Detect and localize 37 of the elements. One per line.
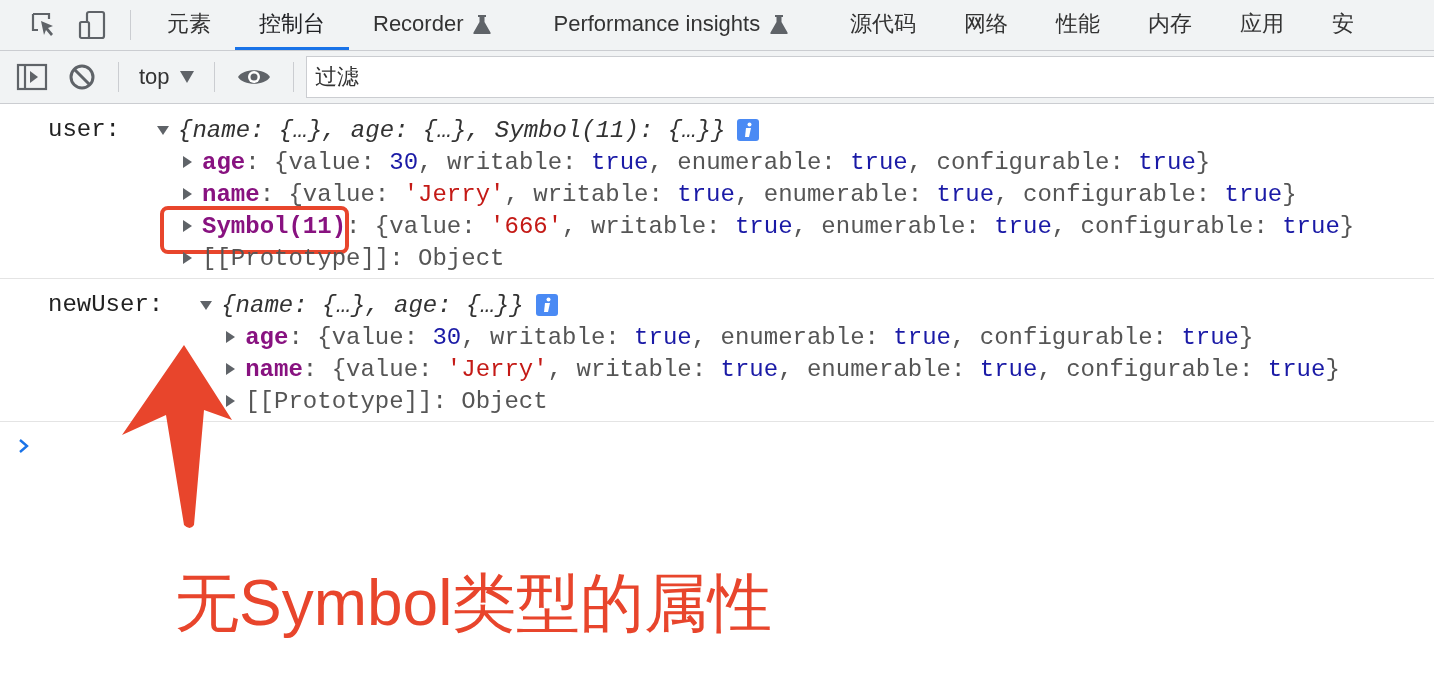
object-summary: {name: {…}, age: {…}, Symbol(11): {…}} bbox=[178, 116, 726, 144]
object-summary: {name: {…}, age: {…}} bbox=[221, 291, 524, 319]
panel-tab[interactable]: 元素 bbox=[143, 0, 235, 50]
panel-tab[interactable]: 安 bbox=[1308, 0, 1379, 50]
property-line: Symbol(11): {value: '666', writable: true, enumerable: true, configurable: true} bbox=[202, 212, 1355, 240]
variable-label: user: bbox=[48, 115, 120, 145]
panel-tab[interactable]: 内存 bbox=[1124, 0, 1217, 50]
property-line: age: {value: 30, writable: true, enumerable: true, configurable: true} bbox=[202, 148, 1211, 176]
filter-field[interactable]: 过滤 bbox=[305, 56, 1434, 98]
caret-icon bbox=[179, 71, 194, 83]
panel-tab[interactable]: 性能 bbox=[1032, 0, 1125, 50]
sidebar-toggle-icon[interactable] bbox=[16, 63, 48, 91]
expand-triangle-icon[interactable] bbox=[199, 298, 214, 312]
property-line: age: {value: 30, writable: true, enumerable: true, configurable: true} bbox=[245, 323, 1254, 351]
expand-triangle-icon[interactable] bbox=[182, 155, 194, 169]
property-line: name: {value: 'Jerry', writable: true, enumerable: true, configurable: true} bbox=[202, 180, 1297, 208]
info-icon bbox=[737, 119, 760, 141]
prompt-chevron-icon bbox=[18, 438, 30, 454]
device-icon[interactable] bbox=[78, 10, 108, 40]
prototype-line: [[Prototype]]: Object bbox=[245, 387, 548, 415]
annotation-caption: 无Symbol类型的属性 bbox=[175, 566, 773, 641]
panel-tab[interactable]: Recorder bbox=[349, 0, 530, 50]
panel-tab[interactable]: 源代码 bbox=[826, 0, 941, 50]
context-select[interactable]: top bbox=[131, 60, 202, 94]
panel-tab[interactable]: 网络 bbox=[940, 0, 1033, 50]
expand-triangle-icon[interactable] bbox=[156, 123, 170, 137]
panel-tab[interactable]: Performance insights bbox=[529, 0, 827, 50]
expand-triangle-icon[interactable] bbox=[182, 187, 194, 201]
property-line: name: {value: 'Jerry', writable: true, enumerable: true, configurable: true} bbox=[245, 355, 1340, 383]
expand-triangle-icon[interactable] bbox=[182, 219, 194, 233]
flask-icon bbox=[770, 13, 789, 34]
panel-tab[interactable]: 应用 bbox=[1216, 0, 1309, 50]
clear-console-icon[interactable] bbox=[68, 63, 96, 91]
expand-triangle-icon[interactable] bbox=[182, 251, 194, 265]
variable-label: newUser: bbox=[48, 290, 164, 320]
info-icon bbox=[535, 294, 558, 316]
flask-icon bbox=[473, 13, 492, 34]
